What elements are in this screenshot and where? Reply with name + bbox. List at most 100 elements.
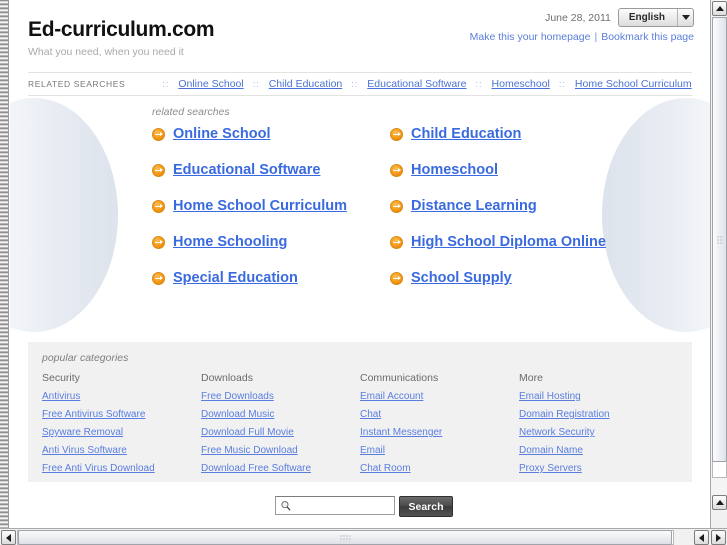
separator-dots: :: [351, 79, 359, 89]
related-link-item[interactable]: Home Schooling [152, 234, 390, 250]
search-box[interactable] [275, 496, 395, 515]
arrow-circle-icon [152, 127, 165, 141]
arrow-circle-icon [390, 127, 403, 141]
main-links-area: related searches Online School Child Edu… [10, 96, 710, 334]
bookmark-page-link[interactable]: Bookmark this page [601, 31, 694, 43]
category-title: More [519, 372, 543, 384]
category-link[interactable]: Free Anti Virus Download [42, 463, 201, 474]
separator-dots: :: [558, 79, 566, 89]
category-link[interactable]: Download Music [201, 409, 360, 420]
category-title: Communications [360, 372, 439, 384]
category-link[interactable]: Free Downloads [201, 391, 360, 402]
scroll-up-button[interactable] [712, 1, 727, 16]
search-button[interactable]: Search [399, 496, 453, 517]
search-area: Search [10, 496, 710, 517]
related-link-item[interactable]: Online School [152, 126, 390, 142]
related-link-item[interactable]: Child Education [390, 126, 710, 142]
related-link-item[interactable]: High School Diploma Online [390, 234, 710, 250]
related-link-label[interactable]: Online School [173, 126, 270, 142]
category-link[interactable]: Proxy Servers [519, 463, 678, 474]
category-link[interactable]: Email [360, 445, 519, 456]
category-link[interactable]: Antivirus [42, 391, 201, 402]
related-search-link-1[interactable]: Online School [178, 78, 243, 90]
related-search-link-4[interactable]: Homeschool [492, 78, 550, 90]
related-link-item[interactable]: Special Education [152, 270, 390, 286]
category-link[interactable]: Domain Name [519, 445, 678, 456]
header-right-block: June 28, 2011 English Make this your hom… [470, 8, 694, 43]
related-link-item[interactable]: School Supply [390, 270, 710, 286]
search-input[interactable] [295, 499, 390, 512]
category-link[interactable]: Spyware Removal [42, 427, 201, 438]
site-tagline: What you need, when you need it [28, 46, 184, 59]
chevron-down-icon [677, 9, 693, 26]
scroll-grip-icon [716, 235, 723, 244]
popular-categories-panel: popular categories Security Antivirus Fr… [28, 342, 692, 482]
related-links-grid: Online School Child Education Educationa… [10, 126, 710, 286]
related-link-label[interactable]: Distance Learning [411, 198, 537, 214]
make-homepage-link[interactable]: Make this your homepage [470, 31, 591, 43]
related-link-item[interactable]: Home School Curriculum [152, 198, 390, 214]
category-link[interactable]: Anti Virus Software [42, 445, 201, 456]
horizontal-scroll-thumb[interactable] [18, 530, 672, 545]
related-searches-bar: RELATED SEARCHES :: Online School :: Chi… [28, 72, 692, 96]
popular-categories-columns: Security Antivirus Free Antivirus Softwa… [42, 372, 678, 481]
arrow-circle-icon [152, 271, 165, 285]
related-link-label[interactable]: School Supply [411, 270, 512, 286]
category-link[interactable]: Free Music Download [201, 445, 360, 456]
date-and-language-row: June 28, 2011 English [470, 8, 694, 27]
separator-dots: :: [475, 79, 483, 89]
category-column-more: More Email Hosting Domain Registration N… [519, 372, 678, 481]
category-link[interactable]: Email Account [360, 391, 519, 402]
related-link-item[interactable]: Distance Learning [390, 198, 710, 214]
related-link-label[interactable]: High School Diploma Online [411, 234, 606, 250]
vertical-scroll-thumb[interactable] [712, 17, 727, 462]
arrow-circle-icon [152, 235, 165, 249]
vertical-scrollbar[interactable] [710, 0, 727, 528]
category-link[interactable]: Instant Messenger [360, 427, 519, 438]
related-link-item[interactable]: Educational Software [152, 162, 390, 178]
left-texture-gutter [0, 0, 9, 528]
arrow-circle-icon [152, 163, 165, 177]
category-link[interactable]: Network Security [519, 427, 678, 438]
separator-dots: :: [252, 79, 260, 89]
horizontal-scrollbar[interactable] [0, 528, 727, 545]
browser-viewport: Ed-curriculum.com What you need, when yo… [0, 0, 727, 545]
category-link[interactable]: Free Antivirus Software [42, 409, 201, 420]
related-search-link-3[interactable]: Educational Software [367, 78, 466, 90]
arrow-circle-icon [390, 235, 403, 249]
scroll-left-button[interactable] [1, 530, 16, 545]
scrollbar-corner [710, 511, 727, 528]
category-title: Security [42, 372, 80, 384]
link-separator: | [594, 31, 598, 43]
scroll-right-button[interactable] [711, 530, 726, 545]
category-link[interactable]: Chat Room [360, 463, 519, 474]
category-column-downloads: Downloads Free Downloads Download Music … [201, 372, 360, 481]
language-select[interactable]: English [617, 8, 694, 27]
web-page-canvas: Ed-curriculum.com What you need, when yo… [10, 0, 710, 528]
header-utility-links: Make this your homepage | Bookmark this pa… [470, 31, 694, 43]
category-link[interactable]: Email Hosting [519, 391, 678, 402]
scroll-left-button-secondary[interactable] [694, 530, 709, 545]
search-icon [281, 501, 291, 511]
related-link-label[interactable]: Educational Software [173, 162, 320, 178]
related-link-label[interactable]: Home Schooling [173, 234, 287, 250]
related-link-label[interactable]: Homeschool [411, 162, 498, 178]
related-link-label[interactable]: Special Education [173, 270, 298, 286]
related-search-link-5[interactable]: Home School Curriculum [575, 78, 692, 90]
category-title: Downloads [201, 372, 253, 384]
related-link-label[interactable]: Home School Curriculum [173, 198, 347, 214]
popular-categories-heading: popular categories [42, 352, 129, 364]
related-searches-label: RELATED SEARCHES [28, 79, 126, 89]
related-link-item[interactable]: Homeschool [390, 162, 710, 178]
category-link[interactable]: Chat [360, 409, 519, 420]
arrow-circle-icon [390, 271, 403, 285]
arrow-circle-icon [152, 199, 165, 213]
language-select-value: English [628, 12, 665, 23]
category-link[interactable]: Domain Registration [519, 409, 678, 420]
related-link-label[interactable]: Child Education [411, 126, 521, 142]
related-search-link-2[interactable]: Child Education [269, 78, 343, 90]
scroll-up-button-secondary[interactable] [712, 495, 727, 510]
scroll-grip-icon [339, 534, 351, 541]
category-link[interactable]: Download Full Movie [201, 427, 360, 438]
category-link[interactable]: Download Free Software [201, 463, 360, 474]
